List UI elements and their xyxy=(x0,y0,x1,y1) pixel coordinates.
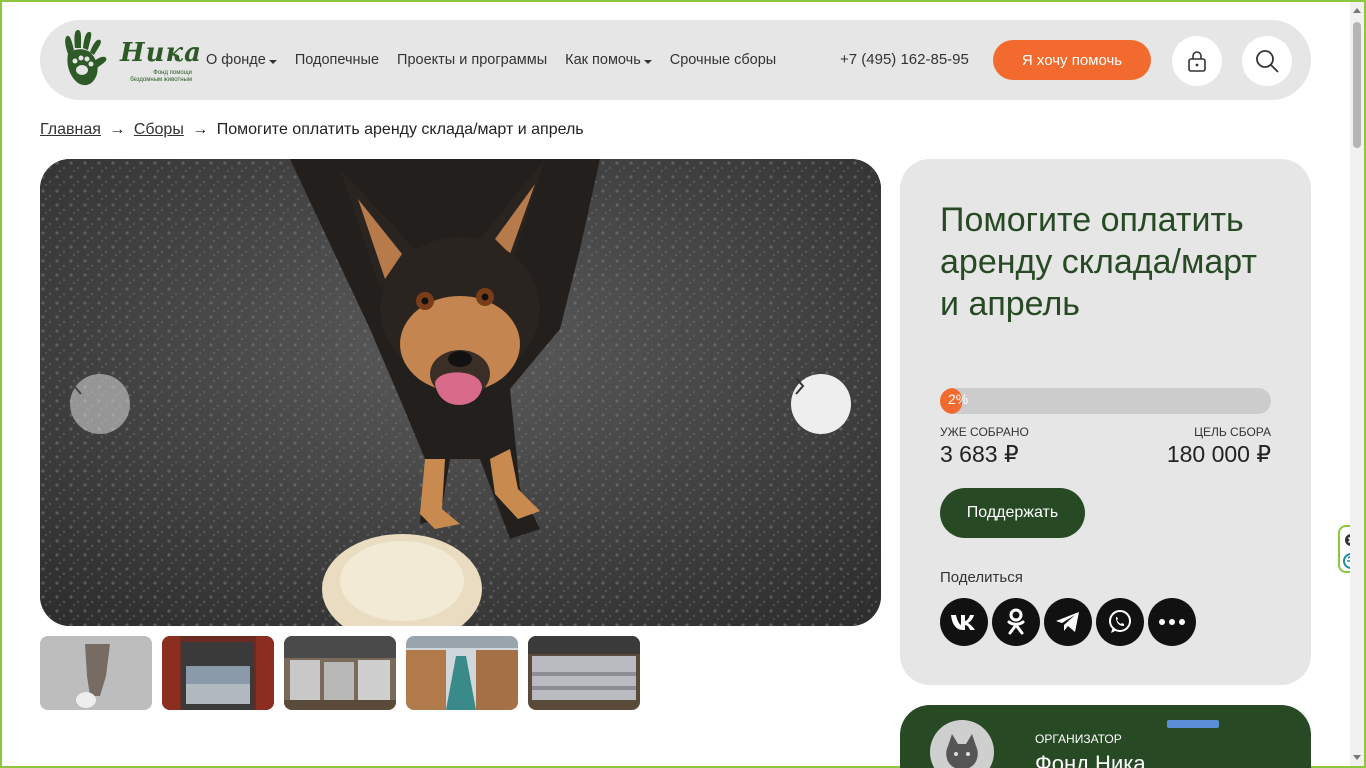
nav-item-label: Проекты и программы xyxy=(397,52,548,68)
share-telegram-button[interactable] xyxy=(1044,598,1092,646)
gallery-next-button[interactable] xyxy=(791,374,851,434)
support-button[interactable]: Поддержать xyxy=(940,488,1085,538)
thumbnail-4[interactable] xyxy=(406,636,518,710)
campaign-title: Помогите оплатить аренду склада/март и а… xyxy=(940,201,1258,323)
hand-logo-icon xyxy=(65,30,107,86)
logo[interactable]: Ника Фонд помощи бездомным животным xyxy=(60,28,201,90)
search-icon xyxy=(1256,50,1279,73)
gallery-thumbnails xyxy=(40,636,640,710)
thumbnail-2[interactable] xyxy=(162,636,274,710)
page-scrollbar[interactable] xyxy=(1350,2,1364,766)
site-header: Ника Фонд помощи бездомным животным О фо… xyxy=(40,20,1311,100)
nav-item-wards[interactable]: Подопечные xyxy=(295,52,379,68)
breadcrumb-separator: → xyxy=(192,121,209,138)
main-nav: О фонде Подопечные Проекты и программы К… xyxy=(206,20,776,100)
goal-value: 180 000 ₽ xyxy=(1166,441,1271,467)
thumbnail-5[interactable] xyxy=(528,636,640,710)
nav-item-how-to-help[interactable]: Как помочь xyxy=(565,52,652,68)
share-ok-button[interactable] xyxy=(992,598,1040,646)
cat-avatar-icon xyxy=(946,734,978,768)
nav-item-label: О фонде xyxy=(206,52,266,68)
gallery-main-image xyxy=(40,159,881,626)
organizer-card: ОРГАНИЗАТОР Фонд Ника xyxy=(900,705,1311,768)
logo-wordmark: Ника xyxy=(120,38,202,68)
breadcrumb-separator: → xyxy=(109,121,126,138)
progress-percent: 2% xyxy=(948,391,969,407)
organizer-label: ОРГАНИЗАТОР xyxy=(1035,732,1122,746)
share-vk-button[interactable] xyxy=(940,598,988,646)
gallery-prev-button[interactable] xyxy=(70,374,130,434)
organizer-avatar xyxy=(930,720,994,768)
search-button[interactable] xyxy=(1242,36,1292,86)
thumbnail-3[interactable] xyxy=(284,636,396,710)
nav-item-label: Как помочь xyxy=(565,52,641,68)
share-buttons xyxy=(940,598,1196,646)
odnoklassniki-icon xyxy=(1007,608,1025,635)
help-button[interactable]: Я хочу помочь xyxy=(993,40,1151,80)
scroll-down-icon[interactable] xyxy=(1353,755,1361,760)
progress-bar xyxy=(940,388,1271,414)
scroll-up-icon[interactable] xyxy=(1353,8,1361,13)
collected-label: УЖЕ СОБРАНО xyxy=(940,425,1029,439)
nav-item-projects[interactable]: Проекты и программы xyxy=(397,52,547,68)
collected-value: 3 683 ₽ xyxy=(940,441,1019,467)
whatsapp-icon xyxy=(1109,610,1131,633)
logo-subtitle: Фонд помощи бездомным животным xyxy=(130,70,192,83)
scroll-thumb[interactable] xyxy=(1353,22,1361,148)
chevron-left-icon xyxy=(72,377,82,395)
vk-icon xyxy=(951,615,975,630)
dog-photo xyxy=(40,159,881,626)
breadcrumb-sbory-link[interactable]: Сборы xyxy=(134,121,184,138)
organizer-badge xyxy=(1167,720,1219,728)
thumbnail-1[interactable] xyxy=(40,636,152,710)
account-button[interactable] xyxy=(1172,36,1222,86)
nav-item-label: Подопечные xyxy=(294,52,380,68)
breadcrumb-home-link[interactable]: Главная xyxy=(40,121,101,138)
share-label: Поделиться xyxy=(940,569,1023,586)
chevron-right-icon xyxy=(795,377,805,395)
lock-icon xyxy=(1188,51,1206,72)
breadcrumb-current: Помогите оплатить аренду склада/март и а… xyxy=(216,121,584,138)
caret-down-icon xyxy=(268,59,277,64)
phone-link[interactable]: +7 (495) 162-85-95 xyxy=(840,51,969,68)
share-whatsapp-button[interactable] xyxy=(1096,598,1144,646)
telegram-icon xyxy=(1056,612,1079,632)
organizer-name[interactable]: Фонд Ника xyxy=(1035,751,1146,768)
share-more-button[interactable] xyxy=(1148,598,1196,646)
nav-item-about[interactable]: О фонде xyxy=(206,52,277,68)
caret-down-icon xyxy=(643,59,652,64)
campaign-panel: Помогите оплатить аренду склада/март и а… xyxy=(900,159,1311,685)
nav-item-label: Срочные сборы xyxy=(669,52,777,68)
breadcrumb: Главная → Сборы → Помогите оплатить арен… xyxy=(40,121,584,139)
goal-label: ЦЕЛЬ СБОРА xyxy=(1194,425,1271,439)
nav-item-urgent[interactable]: Срочные сборы xyxy=(670,52,776,68)
more-icon xyxy=(1159,619,1185,625)
